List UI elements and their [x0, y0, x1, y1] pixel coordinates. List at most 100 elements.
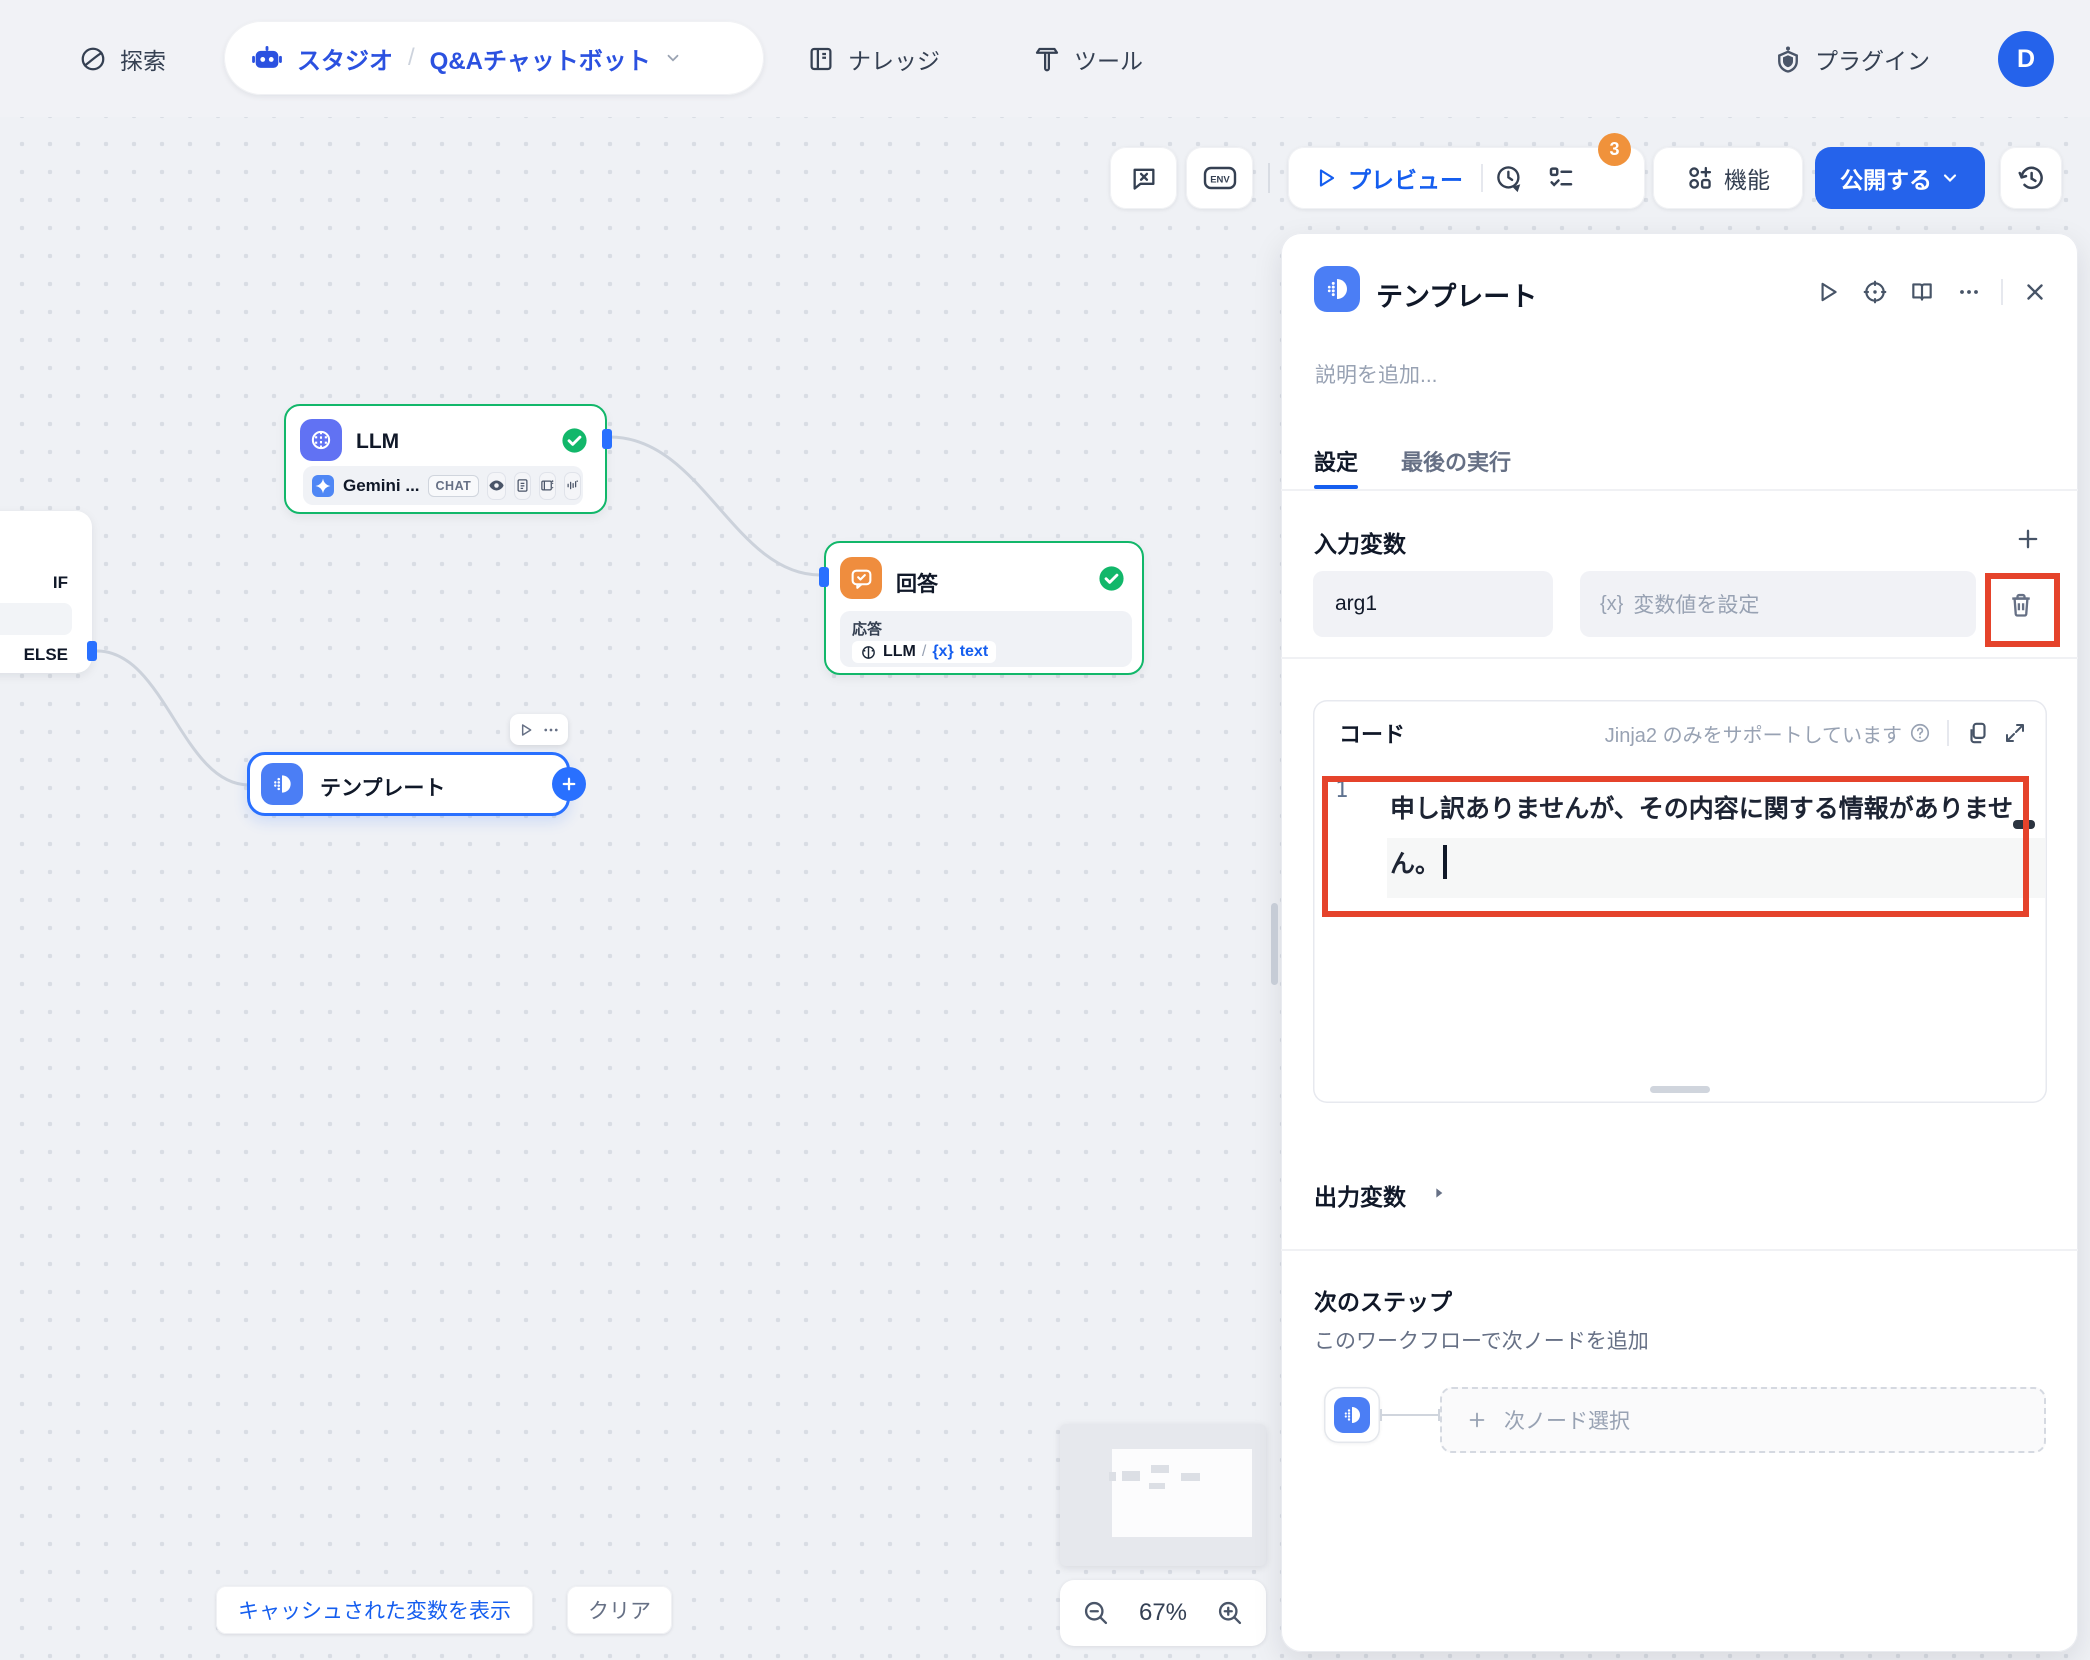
text-cursor [1443, 845, 1447, 879]
panel-title: テンプレート [1376, 275, 1537, 314]
variable-x-icon: {x} [1600, 593, 1623, 616]
close-icon[interactable] [2020, 277, 2050, 307]
help-circle-icon[interactable] [1909, 722, 1931, 744]
answer-variable-ref[interactable]: LLM / {x} text [852, 641, 996, 663]
section-divider [1281, 657, 2078, 659]
show-cached-variables-label: キャッシュされた変数を表示 [238, 1595, 511, 1625]
code-resize-handle[interactable] [1650, 1086, 1710, 1093]
node-llm[interactable]: LLM Gemini ... CHAT [284, 404, 607, 514]
audio-icon [564, 472, 581, 500]
run-node-icon[interactable] [518, 722, 534, 738]
node-settings-panel: テンプレート 説明を追加... 設 [1281, 233, 2078, 1652]
success-check-icon [1097, 564, 1126, 593]
clear-label: クリア [588, 1595, 651, 1625]
header-divider [2001, 279, 2003, 305]
section-divider [1281, 1249, 2078, 1251]
add-variable-button[interactable] [2014, 525, 2042, 553]
select-next-node-label: 次ノード選択 [1504, 1405, 1630, 1435]
input-variables-heading: 入力変数 [1314, 525, 1406, 559]
video-icon [539, 472, 556, 500]
variable-x-icon: {x} [932, 643, 953, 661]
answer-node-title: 回答 [896, 568, 938, 598]
code-header-divider [1947, 720, 1949, 746]
line-number: 1 [1335, 778, 1348, 803]
success-check-icon [560, 426, 589, 455]
more-icon[interactable] [542, 721, 560, 739]
node-answer[interactable]: 回答 応答 LLM / {x} text [824, 541, 1144, 675]
code-text: 申し訳ありませんが、その内容に関する情報がありません。 [1390, 795, 2013, 878]
docs-icon[interactable] [1907, 277, 1937, 307]
ref-variable-name: text [960, 643, 988, 661]
else-branch-label: ELSE [24, 645, 68, 665]
plus-icon [1466, 1409, 1488, 1431]
show-cached-variables-button[interactable]: キャッシュされた変数を表示 [216, 1586, 533, 1634]
code-scrollbar-thumb[interactable] [2013, 820, 2035, 829]
llm-mini-icon [860, 644, 877, 661]
run-this-step-icon[interactable] [1813, 277, 1843, 307]
llm-node-title: LLM [356, 430, 399, 454]
answer-response-section: 応答 LLM / {x} text [840, 611, 1132, 667]
description-placeholder[interactable]: 説明を追加... [1315, 359, 1438, 389]
variable-name: arg1 [1335, 592, 1377, 616]
select-next-node-button[interactable]: 次ノード選択 [1440, 1387, 2046, 1453]
tab-last-run[interactable]: 最後の実行 [1401, 445, 1511, 477]
vision-eye-icon [487, 472, 506, 500]
zoom-in-icon[interactable] [1216, 1599, 1244, 1627]
answer-node-icon [840, 557, 882, 599]
expand-icon[interactable] [2003, 721, 2027, 745]
template-panel-icon [1314, 266, 1360, 312]
add-next-node-button[interactable] [552, 767, 586, 801]
code-hint-text: Jinja2 のみをサポートしています [1605, 719, 1902, 748]
code-editor[interactable]: コード Jinja2 のみをサポートしています 1 申し訳ありませんが、その内容… [1313, 700, 2047, 1103]
more-icon[interactable] [1954, 277, 1984, 307]
zoom-out-icon[interactable] [1082, 1599, 1110, 1627]
code-heading: コード [1339, 717, 1405, 749]
variable-name-field[interactable]: arg1 [1313, 571, 1553, 637]
checklist-count-badge: 3 [1598, 133, 1631, 166]
node-if-else[interactable]: IF ELSE [0, 511, 92, 673]
else-output-handle[interactable] [87, 641, 97, 661]
minimap-node [1149, 1483, 1165, 1489]
minimap-node [1151, 1465, 1169, 1473]
ref-separator: / [922, 643, 926, 661]
clear-button[interactable]: クリア [567, 1586, 672, 1634]
code-editor-header: コード Jinja2 のみをサポートしています [1313, 700, 2047, 766]
current-node-chip [1324, 1387, 1380, 1443]
app-window: 探索 スタジオ / Q&Aチャットボット [0, 0, 2090, 1660]
delete-variable-button[interactable] [2004, 588, 2038, 622]
minimap-node [1122, 1471, 1140, 1481]
if-branch-label: IF [53, 573, 68, 593]
minimap-node [1109, 1472, 1116, 1481]
checklist-count: 3 [1609, 139, 1619, 160]
zoom-level: 67% [1139, 1599, 1187, 1627]
collapse-caret-icon[interactable] [1431, 1185, 1447, 1201]
connector-line [1380, 1414, 1440, 1416]
output-variables-heading: 出力変数 [1314, 1178, 1406, 1212]
document-icon [514, 472, 531, 500]
llm-node-icon [300, 419, 342, 461]
gemini-icon [311, 474, 335, 498]
llm-model-pill[interactable]: Gemini ... CHAT [303, 466, 583, 505]
if-condition-pill [0, 603, 72, 635]
node-hover-toolbar[interactable] [510, 714, 568, 745]
code-content[interactable]: 申し訳ありませんが、その内容に関する情報がありません。 [1390, 782, 2032, 892]
code-hint: Jinja2 のみをサポートしています [1605, 719, 1931, 748]
answer-input-handle[interactable] [819, 567, 829, 587]
template-node-icon [261, 763, 303, 805]
zoom-control: 67% [1060, 1580, 1266, 1646]
next-step-subtitle: このワークフローで次ノードを追加 [1314, 1325, 1649, 1355]
tab-settings[interactable]: 設定 [1314, 445, 1358, 477]
llm-output-handle[interactable] [602, 429, 612, 449]
section-divider [1281, 489, 2078, 491]
llm-mode-badge: CHAT [428, 475, 480, 497]
node-template-selected[interactable]: テンプレート [247, 752, 570, 816]
focus-node-icon[interactable] [1860, 277, 1890, 307]
template-node-title: テンプレート [320, 772, 445, 802]
minimap[interactable] [1060, 1424, 1266, 1566]
minimap-node [1181, 1473, 1200, 1481]
minimap-viewport[interactable] [1112, 1449, 1252, 1537]
answer-response-label: 応答 [852, 618, 1120, 639]
variable-value-field[interactable]: {x} 変数値を設定 [1580, 571, 1976, 637]
panel-scrollbar-thumb[interactable] [1271, 903, 1278, 985]
copy-icon[interactable] [1965, 720, 1991, 746]
